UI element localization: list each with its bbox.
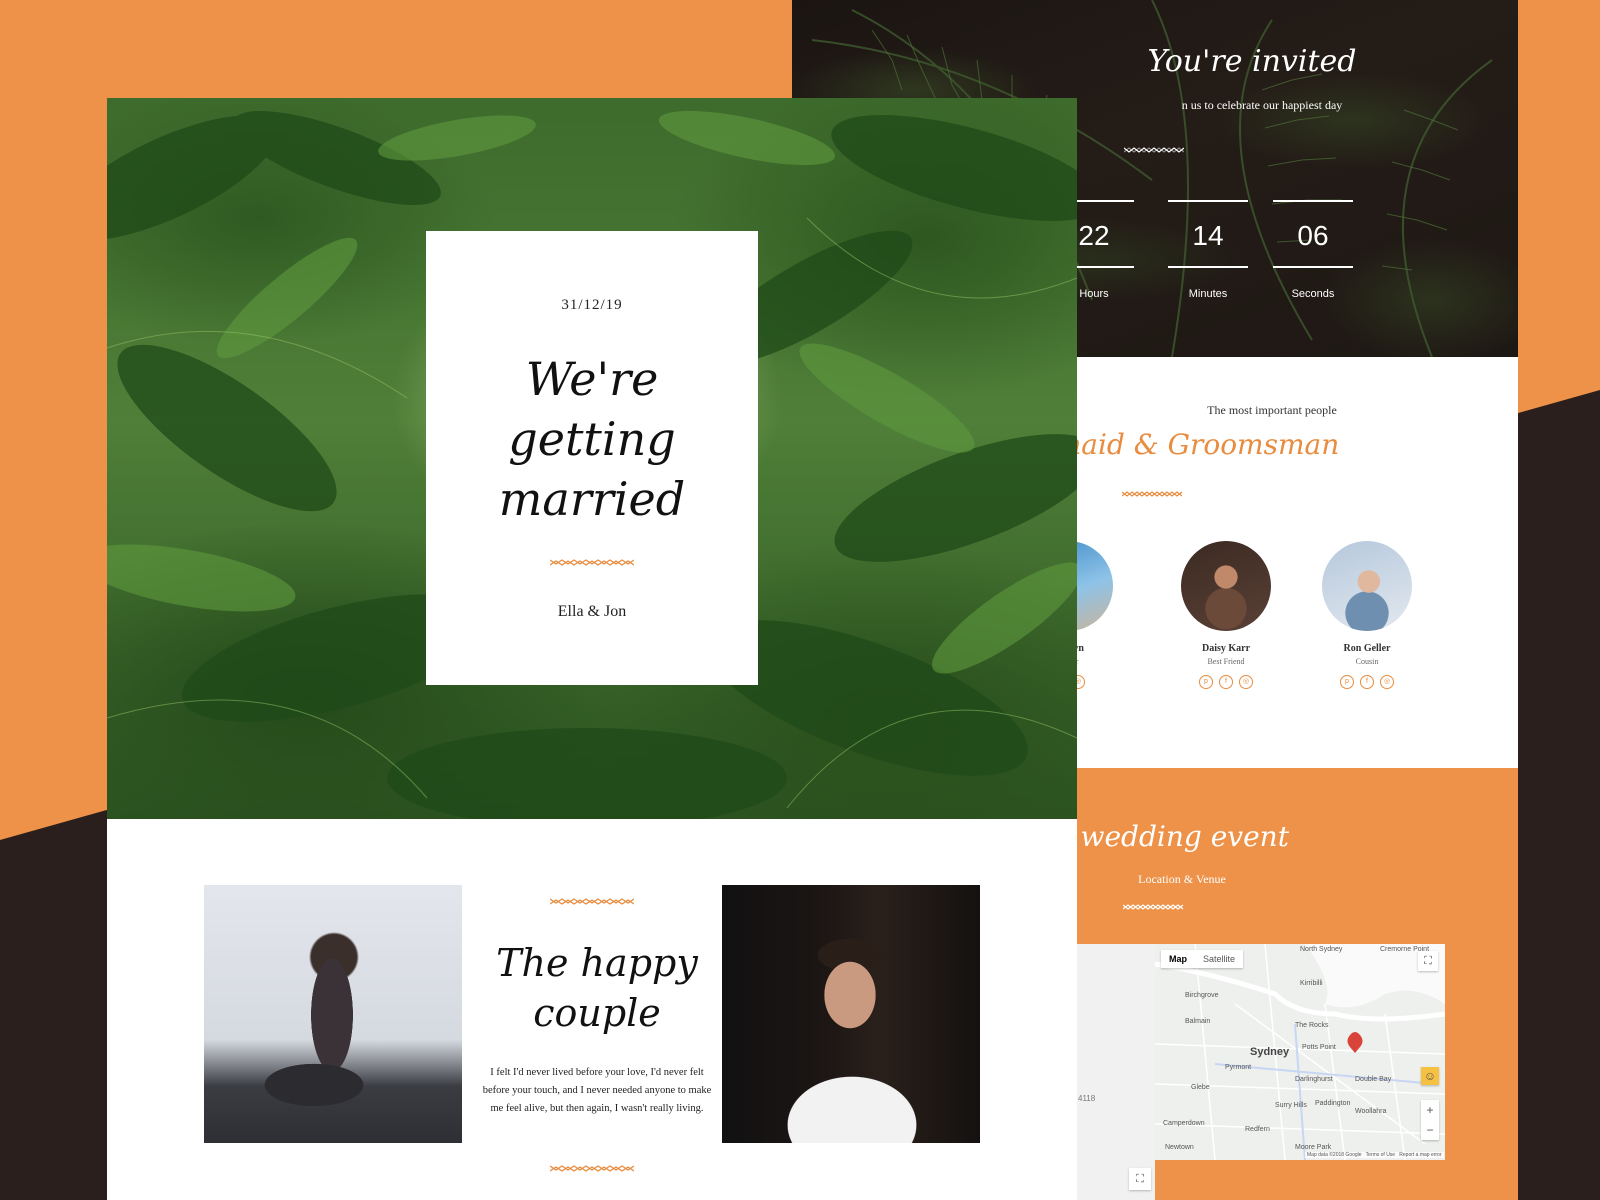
happy-couple-title-line: couple: [533, 991, 661, 1035]
event-subtitle: Location & Venue: [1138, 872, 1226, 886]
map-label: The Rocks: [1295, 1022, 1329, 1029]
person-role: Best Friend: [1207, 657, 1245, 666]
map-label: Kirribilli: [1300, 980, 1323, 987]
map-label: Balmain: [1185, 1018, 1211, 1025]
zigzag-divider: [550, 559, 634, 566]
map-label: Double Bay: [1355, 1076, 1392, 1083]
map-terms-link[interactable]: Terms of Use: [1366, 1152, 1395, 1158]
people-subtitle: The most important people: [1207, 403, 1337, 417]
map-label: Surry Hills: [1275, 1102, 1307, 1109]
map-report-link[interactable]: Report a map error: [1399, 1152, 1441, 1158]
fullscreen-icon[interactable]: ⛶: [1418, 951, 1438, 971]
fullscreen-icon[interactable]: ⛶: [1129, 1168, 1151, 1190]
map-credit: Map data ©2018 Google: [1307, 1152, 1362, 1158]
countdown-label: Seconds: [1291, 288, 1335, 300]
facebook-icon[interactable]: f: [1360, 675, 1374, 689]
map-label: Darlinghurst: [1295, 1076, 1333, 1083]
rss-icon[interactable]: ◎: [1239, 675, 1253, 689]
avatar[interactable]: [1322, 541, 1412, 631]
happy-couple-title-line: The happy: [496, 941, 698, 985]
facebook-icon[interactable]: f: [1219, 675, 1233, 689]
zigzag-divider: [550, 1165, 634, 1172]
hero-jungle-image: 31/12/19 We're getting married Ella & Jo…: [107, 98, 1077, 819]
person-name: Ron Geller: [1343, 643, 1391, 654]
zoom-controls: + −: [1421, 1100, 1439, 1140]
map-label: North Sydney: [1300, 946, 1343, 953]
announcement-card: 31/12/19 We're getting married Ella & Jo…: [426, 231, 758, 685]
map-label: Birchgrove: [1185, 992, 1219, 999]
zigzag-divider: [550, 898, 634, 905]
invite-title: You're invited: [1147, 44, 1357, 79]
map-tab-map[interactable]: Map: [1161, 950, 1195, 968]
countdown-value: 06: [1273, 200, 1353, 268]
hero-title-line: married: [498, 472, 686, 526]
happy-couple-title: The happy couple: [477, 938, 717, 1038]
rss-icon[interactable]: ◎: [1380, 675, 1394, 689]
map-partial-label: 4118: [1078, 1094, 1096, 1103]
map-label: Newtown: [1165, 1144, 1194, 1151]
person-role: Cousin: [1355, 657, 1379, 666]
zigzag-divider: [1123, 904, 1184, 910]
wedding-date: 31/12/19: [561, 297, 623, 313]
map-label: Paddington: [1315, 1100, 1351, 1107]
hero-title-line: We're: [525, 352, 659, 406]
countdown-minutes: 14 Minutes: [1168, 200, 1248, 300]
countdown-seconds: 06 Seconds: [1273, 200, 1353, 300]
map-label: Woollahra: [1355, 1108, 1387, 1115]
map-tab-satellite[interactable]: Satellite: [1195, 950, 1243, 968]
map-label: Glebe: [1191, 1084, 1210, 1091]
couple-quote: I felt I'd never lived before your love,…: [482, 1067, 712, 1114]
hero-title: We're getting married: [426, 349, 758, 529]
zoom-out-icon[interactable]: −: [1421, 1120, 1439, 1140]
location-map[interactable]: Map Satellite ⛶ North Sydney Cremorne Po…: [1155, 944, 1445, 1160]
map-label: Camperdown: [1163, 1120, 1205, 1127]
person-card: Daisy Karr Best Friend p f ◎: [1166, 541, 1286, 689]
map-streets: [1155, 944, 1445, 1160]
zigzag-divider: [1122, 491, 1183, 497]
pinterest-icon[interactable]: p: [1199, 675, 1213, 689]
map-label: Potts Point: [1302, 1044, 1336, 1051]
person-name: Daisy Karr: [1201, 643, 1251, 654]
zoom-in-icon[interactable]: +: [1421, 1100, 1439, 1120]
bride-photo: [204, 885, 462, 1143]
map-type-toggle: Map Satellite: [1161, 950, 1244, 968]
countdown-label: Minutes: [1188, 288, 1228, 300]
hero-title-line: getting: [508, 412, 676, 466]
wedding-page: 31/12/19 We're getting married Ella & Jo…: [107, 98, 1077, 1200]
map-label: Pyrmont: [1225, 1064, 1252, 1071]
map-label: Redfern: [1245, 1126, 1270, 1133]
zigzag-divider: [1124, 147, 1184, 153]
person-card: Ron Geller Cousin p f ◎: [1307, 541, 1427, 689]
avatar[interactable]: [1181, 541, 1271, 631]
groom-photo: [722, 885, 980, 1143]
invite-subtitle: n us to celebrate our happiest day: [1181, 98, 1343, 112]
map-label: Cremorne Point: [1380, 946, 1430, 953]
countdown-value: 14: [1168, 200, 1248, 268]
street-view-pegman-icon[interactable]: ☺: [1421, 1067, 1439, 1085]
couple-names: Ella & Jon: [557, 603, 627, 620]
map-footer: Map data ©2018 Google Terms of Use Repor…: [1305, 1152, 1444, 1158]
map-label: Sydney: [1250, 1046, 1290, 1058]
pinterest-icon[interactable]: p: [1340, 675, 1354, 689]
map-label: Moore Park: [1295, 1144, 1332, 1151]
